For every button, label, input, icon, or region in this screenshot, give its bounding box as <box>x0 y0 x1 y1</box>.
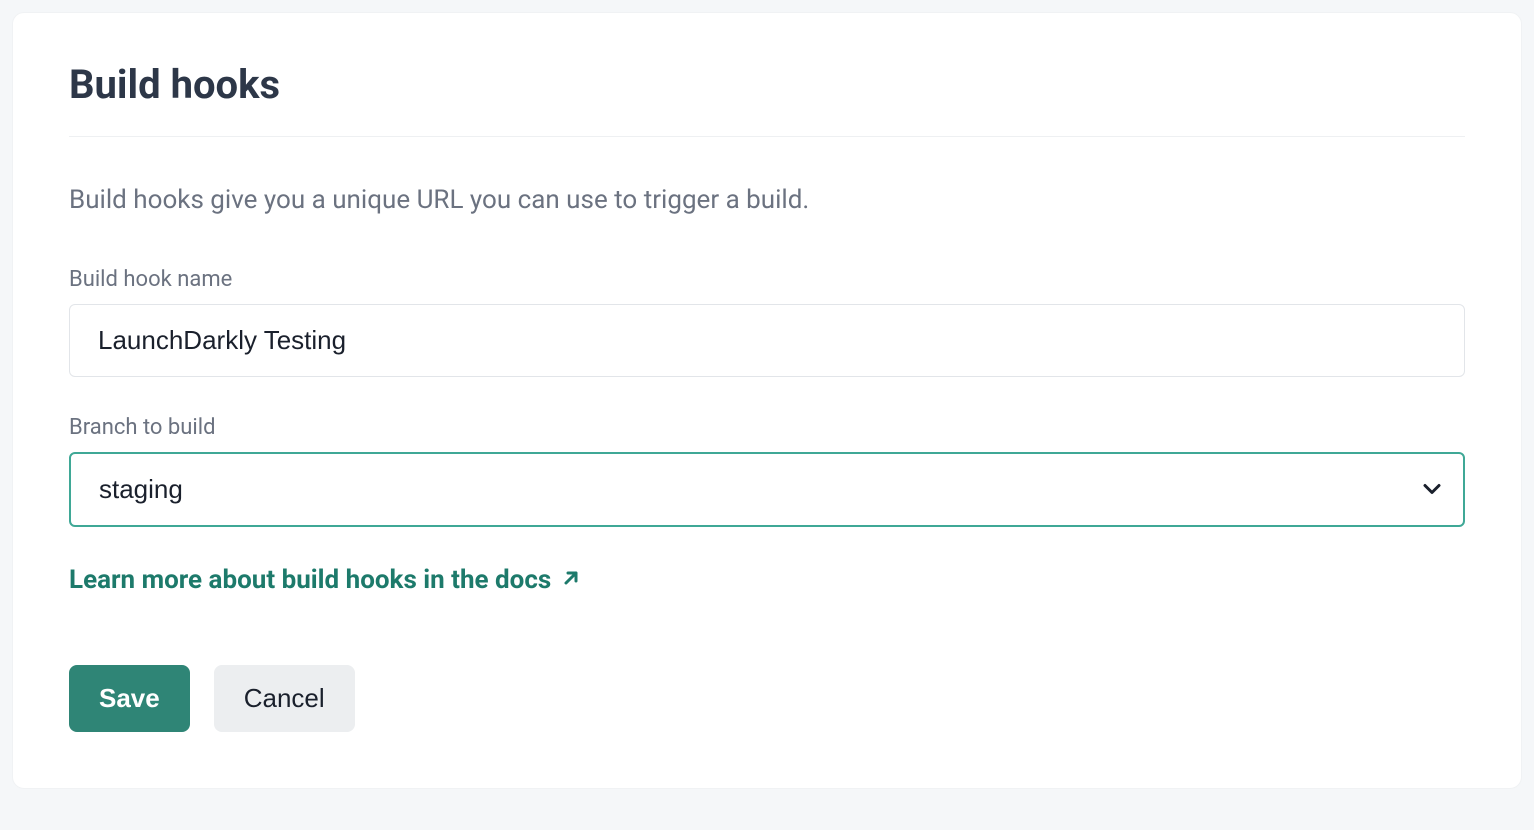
build-hooks-card: Build hooks Build hooks give you a uniqu… <box>12 12 1522 789</box>
docs-link-label: Learn more about build hooks in the docs <box>69 565 551 595</box>
hook-name-label: Build hook name <box>69 267 1465 292</box>
branch-select-input[interactable] <box>69 452 1465 527</box>
branch-select-wrapper[interactable] <box>69 452 1465 527</box>
hook-name-field-group: Build hook name <box>69 267 1465 377</box>
external-link-icon <box>561 565 581 595</box>
button-row: Save Cancel <box>69 665 1465 732</box>
save-button[interactable]: Save <box>69 665 190 732</box>
section-title: Build hooks <box>69 61 1465 108</box>
docs-link[interactable]: Learn more about build hooks in the docs <box>69 565 581 595</box>
branch-field-group: Branch to build <box>69 415 1465 527</box>
cancel-button[interactable]: Cancel <box>214 665 355 732</box>
section-description: Build hooks give you a unique URL you ca… <box>69 185 1465 215</box>
branch-label: Branch to build <box>69 415 1465 440</box>
hook-name-input[interactable] <box>69 304 1465 377</box>
divider <box>69 136 1465 137</box>
